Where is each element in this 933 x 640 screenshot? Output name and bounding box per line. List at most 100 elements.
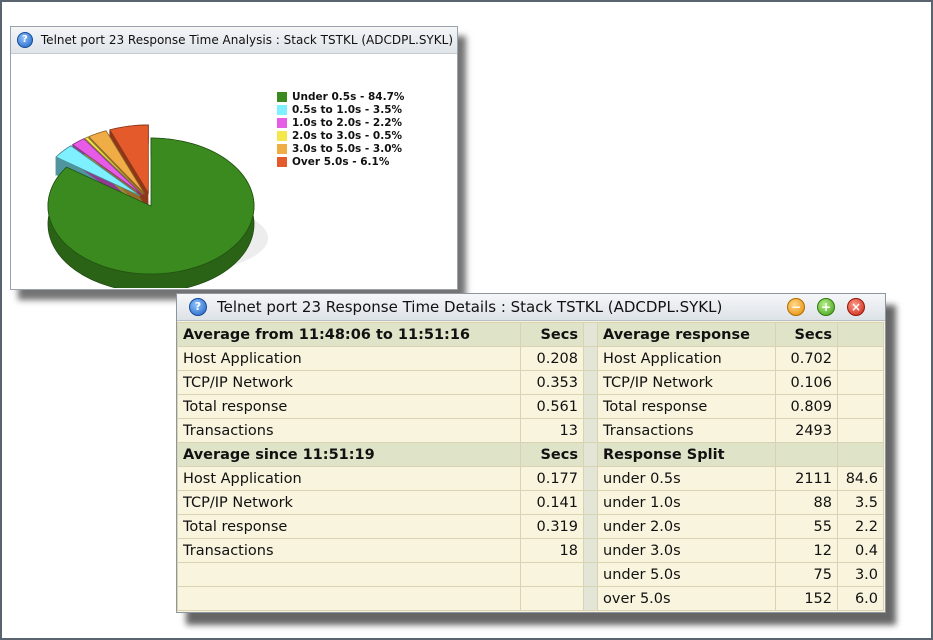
- metric-label: Total response: [177, 514, 521, 539]
- metric-value: [520, 562, 584, 587]
- help-icon[interactable]: ?: [17, 32, 33, 48]
- table-row: over 5.0s 152 6.0: [177, 586, 884, 611]
- chart-window-title: Telnet port 23 Response Time Analysis : …: [40, 33, 453, 47]
- metric-label: Average from 11:48:06 to 11:51:16: [177, 322, 521, 347]
- metric-value: 0.319: [520, 514, 584, 539]
- metric-value: 55: [775, 514, 838, 539]
- metric-label: Response Split: [597, 442, 776, 467]
- metric-label: [177, 562, 521, 587]
- metric-percent: 6.0: [837, 586, 884, 611]
- metric-value: Secs: [775, 322, 838, 347]
- metric-value: Secs: [520, 322, 584, 347]
- metric-label: [177, 586, 521, 611]
- column-gap: [583, 418, 598, 443]
- column-gap: [583, 514, 598, 539]
- metric-value: [775, 442, 838, 467]
- metric-percent: 3.5: [837, 490, 884, 515]
- metric-percent: [837, 442, 884, 467]
- legend-swatch: [277, 117, 287, 128]
- metric-value: 0.809: [775, 394, 838, 419]
- metric-value: [520, 586, 584, 611]
- legend-entry: 0.5s to 1.0s - 3.5%: [277, 103, 404, 116]
- metric-value: 2493: [775, 418, 838, 443]
- metric-value: 0.177: [520, 466, 584, 491]
- metric-label: Average response: [597, 322, 776, 347]
- legend-entry: Under 0.5s - 84.7%: [277, 90, 404, 103]
- column-gap: [583, 538, 598, 563]
- column-gap: [583, 442, 598, 467]
- table-header-row: Average since 11:51:19 Secs Response Split: [177, 442, 884, 467]
- column-gap: [583, 490, 598, 515]
- table-row: Total response 0.561 Total response 0.809: [177, 394, 884, 419]
- metric-percent: [837, 370, 884, 395]
- column-gap: [583, 346, 598, 371]
- metric-label: under 0.5s: [597, 466, 776, 491]
- legend-label: 3.0s to 5.0s - 3.0%: [292, 142, 403, 155]
- legend-label: 1.0s to 2.0s - 2.2%: [292, 116, 403, 129]
- legend-label: 0.5s to 1.0s - 3.5%: [292, 103, 403, 116]
- legend-label: Over 5.0s - 6.1%: [292, 155, 390, 168]
- metric-label: TCP/IP Network: [177, 370, 521, 395]
- chart-legend: Under 0.5s - 84.7% 0.5s to 1.0s - 3.5% 1.0…: [277, 90, 404, 168]
- details-window-titlebar[interactable]: ? Telnet port 23 Response Time Details :…: [177, 294, 885, 321]
- metric-label: under 5.0s: [597, 562, 776, 587]
- table-row: Transactions 13 Transactions 2493: [177, 418, 884, 443]
- table-row: Host Application 0.208 Host Application 0.7…: [177, 346, 884, 371]
- metric-percent: [837, 418, 884, 443]
- column-gap: [583, 394, 598, 419]
- legend-entry: 1.0s to 2.0s - 2.2%: [277, 116, 404, 129]
- metric-label: Host Application: [597, 346, 776, 371]
- legend-swatch: [277, 143, 287, 154]
- metric-value: 0.353: [520, 370, 584, 395]
- response-details-table: Average from 11:48:06 to 11:51:16 Secs Ave…: [177, 322, 884, 611]
- metric-percent: [837, 394, 884, 419]
- metric-label: Total response: [597, 394, 776, 419]
- legend-swatch: [277, 104, 287, 115]
- metric-percent: 3.0: [837, 562, 884, 587]
- details-window-title: Telnet port 23 Response Time Details : S…: [217, 298, 723, 316]
- legend-label: Under 0.5s - 84.7%: [292, 90, 405, 103]
- metric-percent: [837, 346, 884, 371]
- metric-value: 0.141: [520, 490, 584, 515]
- metric-label: TCP/IP Network: [597, 370, 776, 395]
- table-row: Transactions 18 under 3.0s 12 0.4: [177, 538, 884, 563]
- table-row: Total response 0.319 under 2.0s 55 2.2: [177, 514, 884, 539]
- column-gap: [583, 466, 598, 491]
- metric-label: Average since 11:51:19: [177, 442, 521, 467]
- legend-label: 2.0s to 3.0s - 0.5%: [292, 129, 403, 142]
- response-time-details-window: ? Telnet port 23 Response Time Details :…: [176, 293, 886, 613]
- legend-swatch: [277, 91, 287, 102]
- table-row: Host Application 0.177 under 0.5s 2111 84.6: [177, 466, 884, 491]
- close-icon[interactable]: ×: [847, 298, 865, 316]
- legend-swatch: [277, 130, 287, 141]
- table-row: under 5.0s 75 3.0: [177, 562, 884, 587]
- metric-percent: 2.2: [837, 514, 884, 539]
- table-row: TCP/IP Network 0.141 under 1.0s 88 3.5: [177, 490, 884, 515]
- metric-percent: 84.6: [837, 466, 884, 491]
- table-row: TCP/IP Network 0.353 TCP/IP Network 0.106: [177, 370, 884, 395]
- metric-value: 13: [520, 418, 584, 443]
- metric-label: under 3.0s: [597, 538, 776, 563]
- metric-value: 12: [775, 538, 838, 563]
- column-gap: [583, 586, 598, 611]
- help-icon[interactable]: ?: [189, 298, 207, 316]
- metric-value: 88: [775, 490, 838, 515]
- metric-value: 0.561: [520, 394, 584, 419]
- metric-value: 0.106: [775, 370, 838, 395]
- chart-window-titlebar[interactable]: ? Telnet port 23 Response Time Analysis …: [11, 27, 457, 54]
- metric-value: 75: [775, 562, 838, 587]
- metric-label: over 5.0s: [597, 586, 776, 611]
- metric-label: Transactions: [597, 418, 776, 443]
- table-header-row: Average from 11:48:06 to 11:51:16 Secs Ave…: [177, 322, 884, 347]
- maximize-icon[interactable]: +: [817, 298, 835, 316]
- metric-value: 0.702: [775, 346, 838, 371]
- metric-value: Secs: [520, 442, 584, 467]
- minimize-icon[interactable]: −: [787, 298, 805, 316]
- column-gap: [583, 562, 598, 587]
- response-time-analysis-window: ? Telnet port 23 Response Time Analysis …: [10, 26, 458, 290]
- metric-value: 0.208: [520, 346, 584, 371]
- column-gap: [583, 370, 598, 395]
- metric-value: 152: [775, 586, 838, 611]
- metric-label: Transactions: [177, 538, 521, 563]
- metric-label: Host Application: [177, 346, 521, 371]
